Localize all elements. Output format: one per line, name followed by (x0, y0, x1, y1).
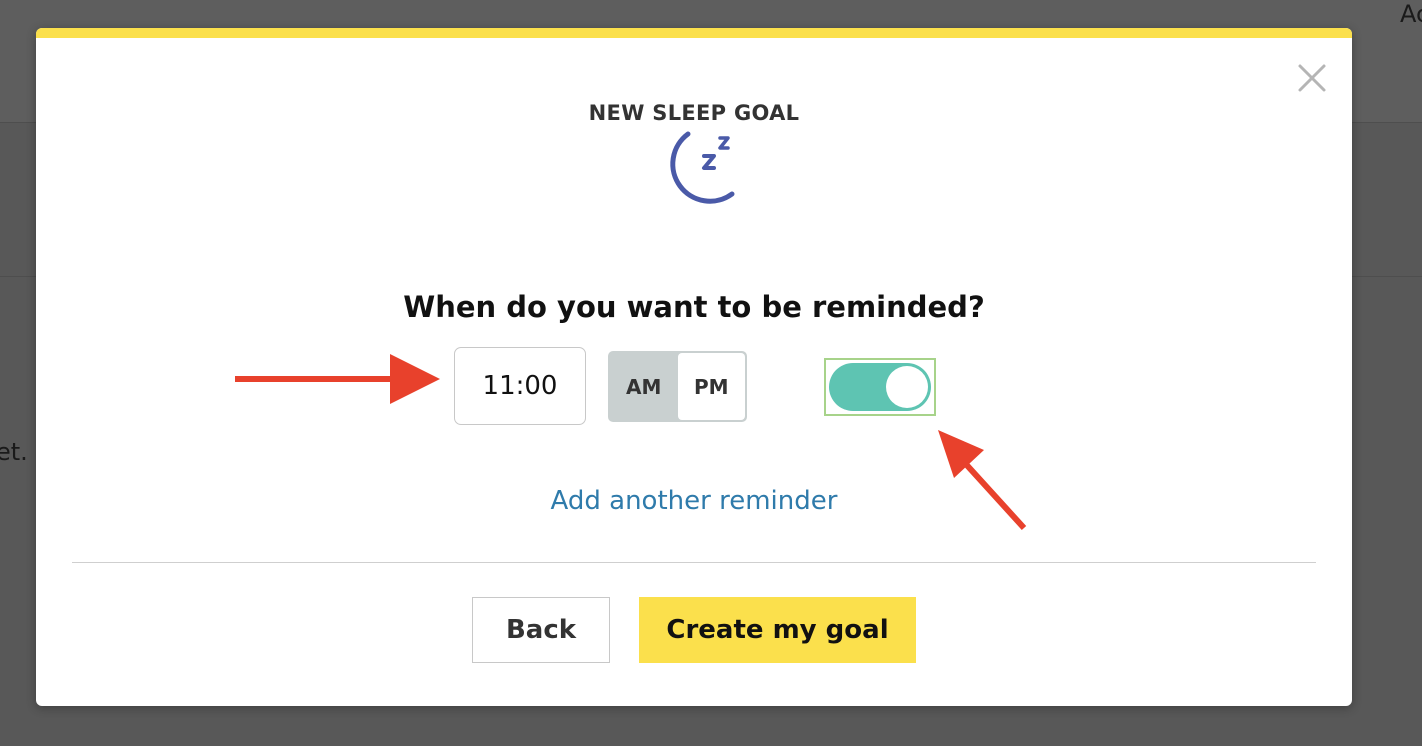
create-goal-button[interactable]: Create my goal (639, 597, 916, 663)
am-option[interactable]: AM (610, 353, 678, 420)
moon-zzz-icon (670, 131, 735, 204)
annotation-arrow-right-icon (235, 354, 440, 404)
reminder-question: When do you want to be reminded? (403, 290, 985, 324)
modal-accent-bar (36, 28, 1352, 38)
background-text: Ac (1400, 0, 1422, 28)
add-another-reminder-link[interactable]: Add another reminder (36, 486, 1352, 516)
reminder-toggle[interactable] (824, 358, 936, 416)
pm-option[interactable]: PM (677, 353, 745, 420)
modal-title: NEW SLEEP GOAL (588, 101, 800, 125)
back-button[interactable]: Back (472, 597, 610, 663)
new-sleep-goal-modal: NEW SLEEP GOAL When do you want to be re… (36, 28, 1352, 706)
toggle-knob (886, 366, 928, 408)
annotation-arrow-up-left-icon (938, 430, 1027, 531)
reminder-time-input[interactable] (454, 347, 586, 425)
footer-divider (72, 562, 1316, 563)
close-icon (1298, 64, 1326, 92)
toggle-track (829, 363, 931, 411)
background-text: et. (0, 438, 28, 466)
am-pm-selector: AM PM (608, 351, 747, 422)
close-button[interactable] (1294, 60, 1330, 96)
